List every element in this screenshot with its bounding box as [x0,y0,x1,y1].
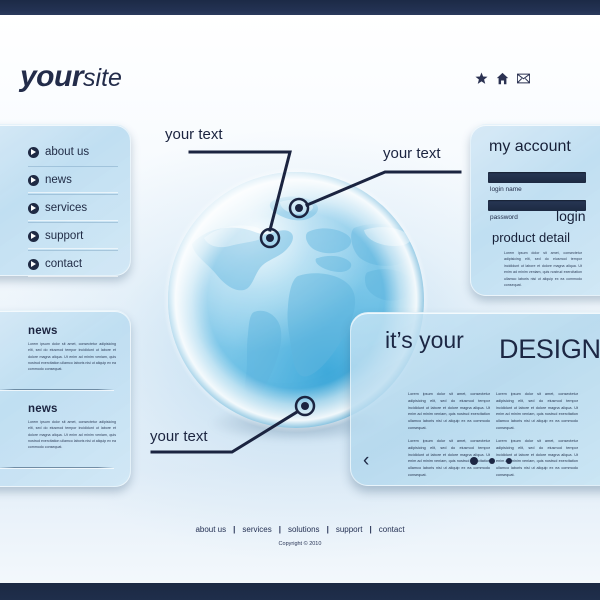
mail-icon[interactable] [517,72,530,85]
login-name-input[interactable] [488,172,586,183]
arrow-right-icon [28,258,39,270]
news-divider [0,467,114,468]
news-item[interactable]: news Lorem ipsum dolor sit amet, consect… [28,403,116,450]
nav-list: about us news services support contact [28,139,118,278]
nav-label: about us [45,146,90,158]
home-icon[interactable] [496,72,509,85]
news-item[interactable]: news Lorem ipsum dolor sit amet, consect… [28,325,116,372]
footer-link-support[interactable]: support [336,525,363,534]
nav-label: support [45,230,84,242]
arrow-right-icon [28,174,39,186]
main-paragraph: Lorem ipsum dolor sit amet, consectetur … [408,392,490,431]
main-heading-bold: DESIGN! [499,334,600,364]
arrow-right-icon [28,146,39,158]
news-body: Lorem ipsum dolor sit amet, consectetur … [28,420,116,450]
primary-navigation-panel: about us news services support contact [0,124,131,276]
footer-separator: | [233,525,236,534]
callout-label-3: your text [150,428,208,445]
sidebar-item-about-us[interactable]: about us [28,139,118,166]
top-bar [0,0,600,15]
sidebar-item-support[interactable]: support [28,222,118,250]
carousel-dot-1[interactable] [470,457,478,465]
star-icon[interactable] [475,72,488,85]
main-paragraph: Lorem ipsum dolor sit amet, consectetur … [496,392,578,431]
footer: about us | services | solutions | support | cont… [0,525,600,547]
logo-secondary: site [83,64,122,92]
carousel-controls: ‹ › [351,449,600,475]
arrow-right-icon [28,230,39,242]
site-header: yoursite [0,15,600,110]
page-root: yoursite your text your text your text a… [0,0,600,600]
news-title: news [28,325,58,337]
login-button[interactable]: login [556,208,586,224]
logo-primary: your [20,60,84,93]
product-detail-title: product detail [492,230,571,245]
sidebar-item-contact[interactable]: contact [28,250,118,278]
bottom-bar [0,583,600,600]
footer-separator: | [369,525,372,534]
product-detail-body: Lorem ipsum dolor sit amet, consectetur … [504,251,582,288]
account-title: my account [489,138,571,155]
footer-separator: | [278,525,281,534]
password-label: password [490,214,518,221]
news-title: news [28,403,58,415]
carousel-dot-2[interactable] [489,458,495,464]
main-heading-light: it’s your [385,327,464,353]
news-panel: news Lorem ipsum dolor sit amet, consect… [0,310,131,487]
footer-separator: | [326,525,329,534]
nav-label: contact [45,258,83,270]
sidebar-item-services[interactable]: services [28,194,118,222]
main-content-panel: it’s your DESIGN! Lorem ipsum dolor sit … [350,312,600,486]
sidebar-item-news[interactable]: news [28,166,118,194]
carousel-dot-3[interactable] [506,458,512,464]
footer-link-about-us[interactable]: about us [195,525,226,534]
footer-link-services[interactable]: services [242,525,271,534]
login-name-label: login name [490,186,522,193]
nav-label: services [45,202,88,214]
copyright-text: Copyright © 2010 [278,541,322,547]
footer-navigation: about us | services | solutions | support | cont… [0,525,600,534]
footer-link-contact[interactable]: contact [379,525,405,534]
arrow-right-icon [28,202,39,214]
news-divider [0,389,114,390]
site-logo[interactable]: yoursite [20,60,122,94]
news-body: Lorem ipsum dolor sit amet, consectetur … [28,342,116,372]
carousel-dots [351,449,600,473]
header-icon-group [475,72,530,85]
callout-label-2: your text [383,145,441,162]
nav-label: news [45,174,72,186]
callout-label-1: your text [165,126,223,143]
footer-link-solutions[interactable]: solutions [288,525,320,534]
